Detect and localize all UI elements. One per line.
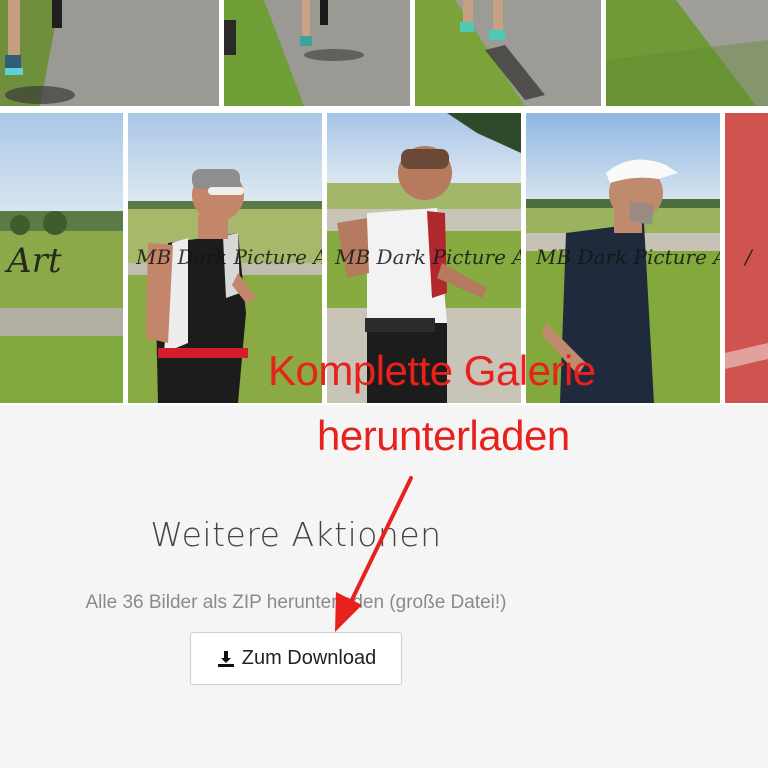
gallery-thumbnail[interactable]	[0, 0, 219, 106]
gallery-thumbnail[interactable]	[224, 0, 410, 106]
download-icon	[216, 649, 236, 669]
photo-gallery: re Art MB Dark Picture Art	[0, 0, 768, 405]
gallery-thumbnail[interactable]	[606, 0, 768, 106]
section-title: Weitere Aktionen	[150, 515, 442, 554]
annotation-text: Komplette Galerie	[268, 347, 596, 394]
zip-description: Alle 36 Bilder als ZIP herunterladen (gr…	[85, 592, 507, 613]
annotation-text: herunterladen	[317, 412, 570, 459]
gallery-thumbnail[interactable]: re Art	[0, 113, 123, 403]
download-button[interactable]: Zum Download	[190, 632, 402, 685]
gallery-thumbnail[interactable]	[415, 0, 601, 106]
gallery-thumbnail[interactable]: /	[725, 113, 768, 403]
download-button-label: Zum Download	[241, 647, 377, 669]
